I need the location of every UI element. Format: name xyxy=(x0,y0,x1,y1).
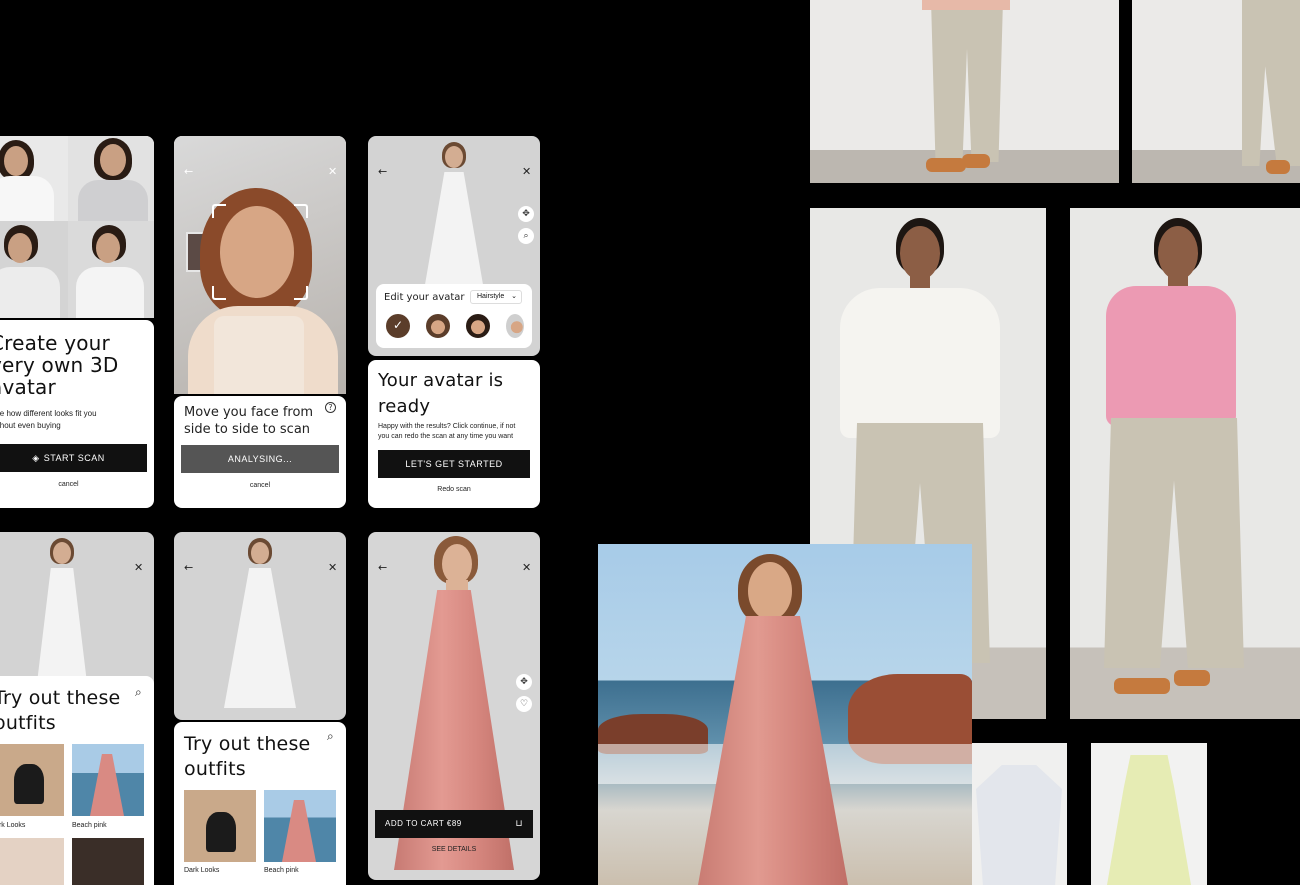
back-icon[interactable]: ← xyxy=(378,562,387,573)
scan-icon: ◈ xyxy=(32,454,40,464)
outfit-label-dark: Dark Looks xyxy=(0,822,26,829)
hairstyle-option-3[interactable] xyxy=(464,312,492,340)
scan-frame xyxy=(212,204,308,300)
bag-icon: ⊔ xyxy=(515,819,523,829)
add-to-cart-button[interactable]: ADD TO CART €89 ⊔ xyxy=(375,810,533,838)
portrait-4 xyxy=(68,221,154,318)
portrait-grid xyxy=(0,136,154,318)
move-icon[interactable]: ✥ xyxy=(516,674,532,690)
product-tryon-card: ← ✕ ✥ ♡ ADD TO CART €89 ⊔ SEE DETAILS xyxy=(368,532,540,880)
avatar-figure-white-dress xyxy=(414,142,494,302)
create-subtitle: See how different looks fit you without … xyxy=(0,409,97,430)
showcase-canvas: Create your very own 3D avatar See how d… xyxy=(0,0,1300,885)
heart-icon[interactable]: ♡ xyxy=(516,696,532,712)
start-scan-button[interactable]: ◈ START SCAN xyxy=(0,444,147,472)
start-scan-label: START SCAN xyxy=(43,453,105,463)
back-icon[interactable]: ← xyxy=(184,562,193,573)
avatar-ready-card: Your avatar is ready Happy with the resu… xyxy=(368,360,540,508)
search-icon[interactable]: ⌕ xyxy=(135,686,142,698)
cancel-link[interactable]: cancel xyxy=(0,481,147,488)
product-dress-yellow xyxy=(1091,743,1207,885)
photo-pink-shirt-model xyxy=(1070,208,1300,719)
avatar-preview-card-b: ← ✕ xyxy=(174,532,346,720)
create-title: Create your very own 3D avatar xyxy=(0,331,119,399)
back-icon[interactable]: ← xyxy=(184,166,193,177)
hairstyle-option-2[interactable] xyxy=(424,312,452,340)
outfit-thumb-beach[interactable] xyxy=(72,744,144,816)
photo-pants-top-1 xyxy=(810,0,1119,183)
hairstyle-dropdown[interactable]: Hairstyle ⌄ xyxy=(470,290,522,304)
outfit-label-beach: Beach pink xyxy=(72,822,107,829)
portrait-3 xyxy=(0,221,68,318)
outfit-label-beach: Beach pink xyxy=(264,867,299,874)
help-icon[interactable]: ? xyxy=(325,402,336,413)
scan-instruction: Move you face from side to side to scan xyxy=(184,405,314,437)
outfit-thumb-3[interactable] xyxy=(0,838,64,885)
outfit-thumb-dark[interactable] xyxy=(0,744,64,816)
ready-title: Your avatar is ready xyxy=(378,370,504,417)
close-icon[interactable]: ✕ xyxy=(522,166,531,177)
portrait-1 xyxy=(0,136,68,221)
outfit-thumb-dark[interactable] xyxy=(184,790,256,862)
scan-instruction-card: Move you face from side to side to scan … xyxy=(174,396,346,508)
search-icon[interactable]: ⌕ xyxy=(327,730,334,742)
hairstyle-option-4[interactable] xyxy=(504,312,526,340)
lets-get-started-button[interactable]: LET'S GET STARTED xyxy=(378,450,530,478)
outfits-title-b: Try out these outfits xyxy=(184,733,311,780)
analysing-button[interactable]: ANALYSING... xyxy=(181,445,339,473)
ready-body: Happy with the results? Click continue, … xyxy=(378,423,516,440)
product-blouse-white xyxy=(972,743,1067,885)
edit-avatar-label: Edit your avatar xyxy=(384,292,465,303)
close-icon[interactable]: ✕ xyxy=(522,562,531,573)
add-to-cart-label: ADD TO CART €89 xyxy=(385,819,462,828)
outfit-thumb-4[interactable] xyxy=(72,838,144,885)
redo-scan-link[interactable]: Redo scan xyxy=(378,486,530,493)
portrait-2 xyxy=(68,136,154,221)
back-icon[interactable]: ← xyxy=(378,166,387,177)
outfits-card-a: Try out these outfits ⌕ Dark Looks Beach… xyxy=(0,676,154,885)
hairstyle-option-1[interactable]: ✓ xyxy=(384,312,412,340)
close-icon[interactable]: ✕ xyxy=(134,562,143,573)
face-scan-card: ← ✕ xyxy=(174,136,346,394)
close-icon[interactable]: ✕ xyxy=(328,166,337,177)
outfits-card-b: Try out these outfits ⌕ Dark Looks Beach… xyxy=(174,722,346,885)
zoom-icon[interactable]: ⌕ xyxy=(518,228,534,244)
see-details-link[interactable]: SEE DETAILS xyxy=(375,846,533,853)
edit-avatar-panel: Edit your avatar Hairstyle ⌄ ✓ xyxy=(376,284,532,348)
chevron-down-icon: ⌄ xyxy=(511,292,517,300)
check-icon: ✓ xyxy=(393,318,404,332)
outfit-label-dark: Dark Looks xyxy=(184,867,220,874)
cancel-link[interactable]: cancel xyxy=(181,482,339,489)
outfit-thumb-beach[interactable] xyxy=(264,790,336,862)
photo-pants-top-2 xyxy=(1132,0,1300,183)
avatar-edit-card: ← ✕ ✥ ⌕ Edit your avatar Hairstyle ⌄ ✓ xyxy=(368,136,540,356)
close-icon[interactable]: ✕ xyxy=(328,562,337,573)
move-icon[interactable]: ✥ xyxy=(518,206,534,222)
photo-beach-pink-dress xyxy=(598,544,972,885)
create-avatar-card: Create your very own 3D avatar See how d… xyxy=(0,320,154,508)
hairstyle-dropdown-label: Hairstyle xyxy=(477,293,505,300)
outfits-title-a: Try out these outfits xyxy=(0,687,121,734)
avatar-figure-white-dress xyxy=(220,538,300,718)
